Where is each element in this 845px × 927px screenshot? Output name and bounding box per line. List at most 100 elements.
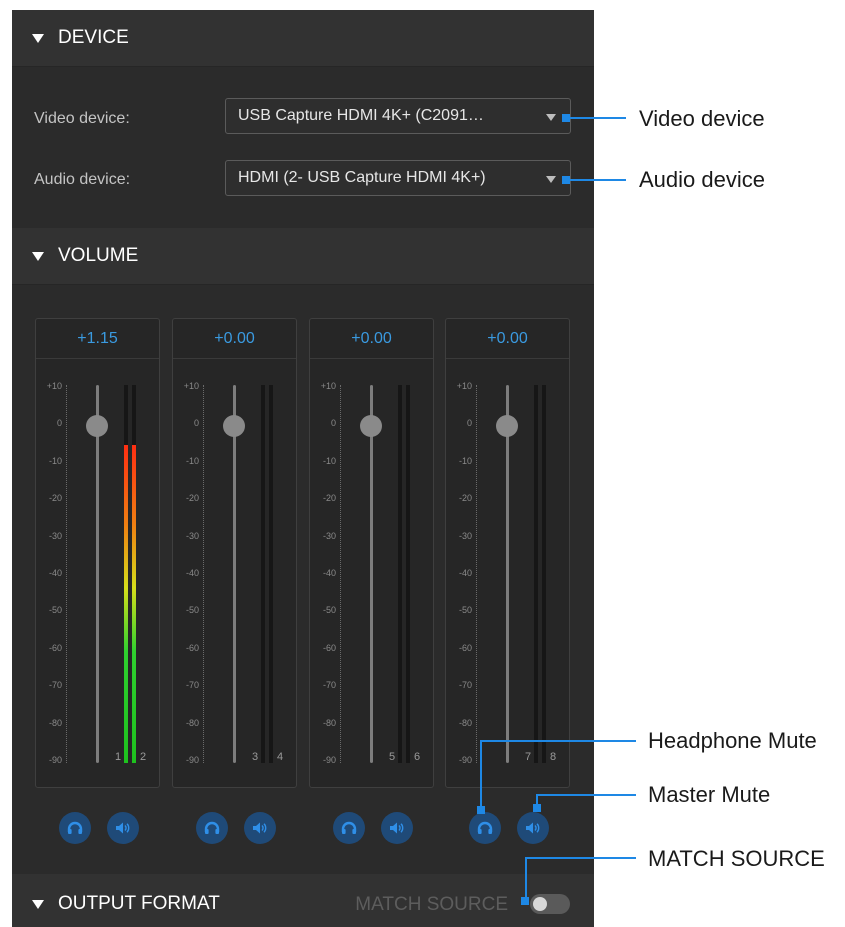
channel-number-right: 8 — [550, 751, 557, 763]
headphone-icon — [204, 821, 220, 835]
settings-panel: DEVICE Video device: USB Capture HDMI 4K… — [12, 10, 594, 927]
scale-ruler — [476, 385, 477, 763]
output-format-section-header[interactable]: OUTPUT FORMAT MATCH SOURCE — [12, 874, 594, 927]
scale-tick-label: -20 — [48, 493, 62, 504]
channel-gain-value[interactable]: +1.15 — [36, 319, 159, 359]
callout-line — [480, 740, 636, 742]
caret-down-icon — [32, 899, 44, 909]
scale-tick-label: -70 — [322, 680, 336, 691]
headphone-icon — [477, 821, 493, 835]
volume-slider-track[interactable] — [506, 385, 509, 763]
scale-ruler — [66, 385, 67, 763]
channel-number-right: 4 — [277, 751, 284, 763]
video-device-value: USB Capture HDMI 4K+ (C2091… — [238, 107, 484, 124]
level-meter-left — [261, 385, 265, 763]
master-mute-button[interactable] — [244, 812, 276, 844]
volume-slider-track[interactable] — [233, 385, 236, 763]
scale-tick-label: -40 — [322, 568, 336, 578]
master-mute-button[interactable] — [107, 812, 139, 844]
channel-gain-value[interactable]: +0.00 — [173, 319, 296, 359]
scale-tick-label: -30 — [458, 530, 472, 541]
dropdown-arrow-icon — [546, 176, 556, 183]
headphone-mute-button[interactable] — [59, 812, 91, 844]
channel-gain-value[interactable]: +0.00 — [446, 319, 569, 359]
scale-tick-label: +10 — [456, 381, 472, 391]
headphone-icon — [341, 821, 357, 835]
volume-channel-strip: +0.00 +10 0 -10 -20 -30 -40 -50 -60 -70 -80 -90 3 4 — [172, 318, 297, 788]
scale-tick-label: -10 — [322, 455, 336, 466]
scale-tick-label: -60 — [322, 642, 336, 653]
scale-tick-label: -10 — [185, 455, 199, 466]
callout-line — [536, 794, 636, 796]
scale-tick-label: -50 — [48, 605, 62, 616]
channel-number-right: 2 — [140, 751, 147, 763]
audio-device-select[interactable]: HDMI (2- USB Capture HDMI 4K+) — [225, 160, 571, 196]
scale-tick-label: -50 — [185, 605, 199, 616]
level-meter-right — [269, 385, 273, 763]
volume-slider-track[interactable] — [96, 385, 99, 763]
level-meter-fill — [132, 445, 136, 763]
callout-anchor — [477, 806, 485, 814]
level-meter-left — [124, 385, 128, 763]
master-mute-button[interactable] — [517, 812, 549, 844]
scale-tick-label: -30 — [48, 530, 62, 541]
speaker-icon — [525, 821, 541, 835]
toggle-knob — [533, 897, 547, 911]
headphone-mute-button[interactable] — [469, 812, 501, 844]
scale-tick-label: -70 — [185, 680, 199, 691]
callout-anchor — [533, 804, 541, 812]
scale-tick-label: -50 — [322, 605, 336, 616]
volume-section-header[interactable]: VOLUME — [12, 228, 594, 285]
volume-slider-knob[interactable] — [360, 415, 382, 438]
master-mute-callout: Master Mute — [648, 782, 771, 807]
device-header-label: DEVICE — [58, 27, 129, 48]
headphone-mute-button[interactable] — [333, 812, 365, 844]
scale-tick-label: 0 — [56, 418, 62, 429]
volume-slider-track[interactable] — [370, 385, 373, 763]
match-source-callout: MATCH SOURCE — [648, 846, 825, 871]
caret-down-icon — [32, 251, 44, 261]
match-source-toggle[interactable] — [530, 894, 570, 914]
channel-number-left: 1 — [115, 751, 122, 763]
callout-line — [525, 857, 636, 859]
channel-gain-value[interactable]: +0.00 — [310, 319, 433, 359]
video-device-select[interactable]: USB Capture HDMI 4K+ (C2091… — [225, 98, 571, 134]
output-format-header-label: OUTPUT FORMAT — [58, 893, 220, 914]
callout-line — [566, 117, 626, 119]
dropdown-arrow-icon — [546, 114, 556, 121]
device-section-header[interactable]: DEVICE — [12, 10, 594, 67]
level-meter-right — [406, 385, 410, 763]
scale-tick-label: -30 — [322, 530, 336, 541]
scale-tick-label: +10 — [183, 381, 199, 391]
volume-slider-knob[interactable] — [496, 415, 518, 438]
level-meter-right — [542, 385, 546, 763]
level-meter-left — [398, 385, 402, 763]
volume-header-label: VOLUME — [58, 245, 139, 266]
scale-tick-label: -40 — [185, 568, 199, 578]
scale-tick-label: -60 — [48, 642, 62, 653]
scale-tick-label: -20 — [322, 493, 336, 504]
video-device-callout: Video device — [639, 106, 765, 131]
volume-slider-knob[interactable] — [223, 415, 245, 438]
level-meter-fill — [124, 445, 128, 763]
scale-tick-label: -90 — [48, 755, 62, 765]
scale-tick-label: -80 — [185, 717, 199, 728]
scale-tick-label: -90 — [322, 755, 336, 765]
scale-ruler — [203, 385, 204, 763]
callout-line — [480, 741, 482, 809]
callout-line — [525, 858, 527, 900]
headphone-mute-button[interactable] — [196, 812, 228, 844]
scale-tick-label: -80 — [322, 717, 336, 728]
scale-tick-label: -70 — [48, 680, 62, 691]
scale-tick-label: -90 — [458, 755, 472, 765]
scale-tick-label: +10 — [320, 381, 336, 391]
scale-tick-label: -40 — [48, 568, 62, 578]
master-mute-button[interactable] — [381, 812, 413, 844]
scale-tick-label: -30 — [185, 530, 199, 541]
audio-device-value: HDMI (2- USB Capture HDMI 4K+) — [238, 169, 486, 186]
scale-tick-label: 0 — [193, 418, 199, 429]
volume-slider-knob[interactable] — [86, 415, 108, 438]
channel-number-right: 6 — [414, 751, 421, 763]
speaker-icon — [389, 821, 405, 835]
scale-tick-label: -80 — [48, 717, 62, 728]
